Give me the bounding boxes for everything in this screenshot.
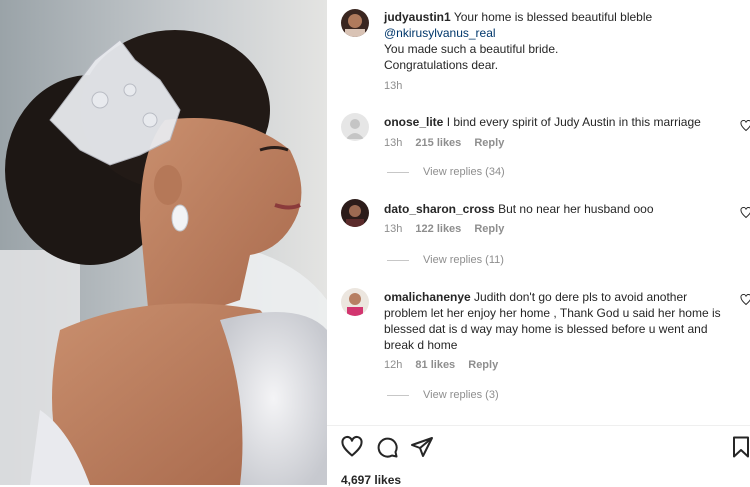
caption-time: 13h: [384, 80, 403, 92]
heart-icon[interactable]: [740, 207, 750, 219]
comment-text: onose_lite I bind every spirit of Judy A…: [384, 114, 734, 130]
replies-divider: [387, 171, 409, 173]
heart-icon[interactable]: [340, 435, 364, 459]
comment-username[interactable]: dato_sharon_cross: [384, 202, 495, 216]
comment-body-line: problem let her enjoy her home , Thank G…: [384, 306, 721, 320]
divider: [327, 425, 750, 426]
comments-panel: judyaustin1 Your home is blessed beautif…: [327, 0, 750, 487]
comment-meta: 13h 122 likes Reply: [384, 223, 514, 235]
comment-text: dato_sharon_cross But no near her husban…: [384, 201, 734, 217]
view-replies-button[interactable]: View replies (3): [387, 389, 499, 401]
comment-body: I bind every spirit of Judy Austin in th…: [446, 115, 701, 129]
comment-body-line: break d home: [384, 338, 458, 352]
comment-body-line: blessed dat is d way may home is blessed…: [384, 322, 708, 336]
view-replies-label: View replies (3): [423, 389, 499, 401]
bookmark-icon[interactable]: [729, 435, 750, 459]
comment-icon[interactable]: [375, 435, 399, 459]
comment-body: But no near her husband ooo: [498, 202, 654, 216]
avatar[interactable]: [341, 288, 369, 316]
reply-button[interactable]: Reply: [474, 137, 504, 149]
post-caption: judyaustin1 Your home is blessed beautif…: [384, 9, 734, 73]
heart-icon[interactable]: [740, 120, 750, 132]
caption-line: Congratulations dear.: [384, 58, 499, 72]
post-photo: [0, 0, 327, 485]
avatar[interactable]: [341, 113, 369, 141]
comment-time: 13h: [384, 137, 403, 149]
comment-likes[interactable]: 122 likes: [415, 223, 461, 235]
comment-likes[interactable]: 81 likes: [415, 359, 455, 371]
caption-line: You made such a beautiful bride.: [384, 42, 559, 56]
view-replies-label: View replies (11): [423, 254, 504, 266]
comment-username[interactable]: omalichanenye: [384, 290, 471, 304]
caption-text: Your home is blessed beautiful bleble: [453, 10, 653, 24]
reply-button[interactable]: Reply: [468, 359, 498, 371]
comment-username[interactable]: onose_lite: [384, 115, 443, 129]
view-replies-button[interactable]: View replies (11): [387, 254, 504, 266]
share-icon[interactable]: [410, 435, 434, 459]
comment-time: 13h: [384, 223, 403, 235]
avatar[interactable]: [341, 199, 369, 227]
comment-likes[interactable]: 215 likes: [415, 137, 461, 149]
comment-meta: 13h 215 likes Reply: [384, 137, 514, 149]
replies-divider: [387, 394, 409, 396]
heart-icon[interactable]: [740, 294, 750, 306]
replies-divider: [387, 259, 409, 261]
post-author-username[interactable]: judyaustin1: [384, 10, 451, 24]
mention-link[interactable]: @nkirusylvanus_real: [384, 25, 734, 41]
comment-body: Judith don't go dere pls to avoid anothe…: [474, 290, 688, 304]
comment-meta: 12h 81 likes Reply: [384, 359, 508, 371]
avatar[interactable]: [341, 9, 369, 37]
comment-text: omalichanenye Judith don't go dere pls t…: [384, 289, 729, 353]
view-replies-label: View replies (34): [423, 166, 505, 178]
view-replies-button[interactable]: View replies (34): [387, 166, 505, 178]
comment-time: 12h: [384, 359, 403, 371]
reply-button[interactable]: Reply: [474, 223, 504, 235]
